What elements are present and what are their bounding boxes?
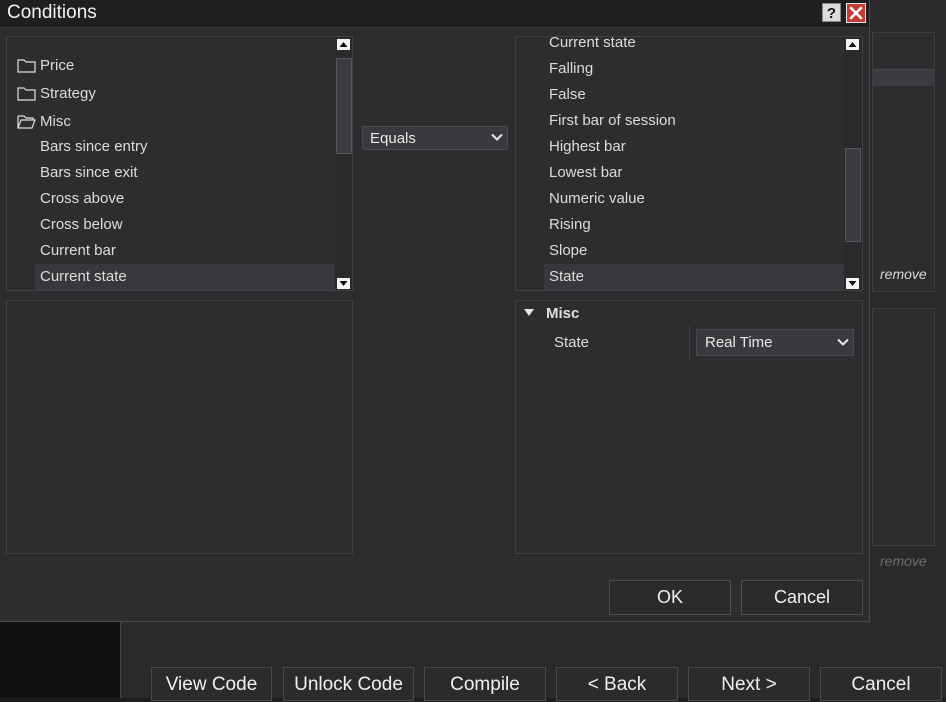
title-bar: Conditions ? (0, 0, 869, 28)
background-actions-list (872, 308, 935, 546)
property-divider (689, 326, 690, 360)
operator-select[interactable]: Equals (362, 126, 508, 150)
left-tree-scrollbar[interactable] (335, 37, 352, 290)
tree-item[interactable]: Bars since entry (7, 134, 335, 160)
state-select[interactable]: Real Time (696, 329, 854, 356)
right-list-scrollbar[interactable] (844, 37, 862, 290)
property-section-title: Misc (546, 305, 580, 322)
ok-button[interactable]: OK (609, 580, 731, 615)
list-item[interactable]: Lowest bar (516, 160, 844, 186)
list-item[interactable]: Rising (516, 212, 844, 238)
back-button[interactable]: < Back (556, 667, 678, 701)
scroll-thumb[interactable] (336, 58, 352, 154)
background-bottom-left (0, 622, 120, 698)
open-folder-icon (17, 115, 36, 129)
tree-item-selected[interactable]: Current state (35, 264, 335, 290)
property-label: State (554, 334, 590, 351)
list-item[interactable]: Slope (516, 238, 844, 264)
dialog-title: Conditions (7, 2, 97, 23)
scroll-up-icon[interactable] (337, 39, 350, 50)
scroll-up-icon[interactable] (846, 39, 859, 50)
help-button[interactable]: ? (822, 3, 841, 22)
unlock-code-button[interactable]: Unlock Code (283, 667, 414, 701)
close-icon (849, 6, 863, 20)
list-item-partial[interactable]: Current state (516, 37, 844, 56)
list-item[interactable]: False (516, 82, 844, 108)
conditions-dialog: Conditions ? Price Strategy Misc Bars si… (0, 0, 870, 622)
background-conditions-list (872, 32, 935, 292)
close-button[interactable] (846, 3, 866, 23)
list-item[interactable]: Numeric value (516, 186, 844, 212)
left-condition-tree: Price Strategy Misc Bars since entry Bar… (6, 36, 353, 291)
view-code-button[interactable]: View Code (151, 667, 272, 701)
background-selected-row (873, 69, 934, 86)
chevron-down-icon (491, 133, 503, 141)
tree-folder-strategy[interactable]: Strategy (7, 81, 335, 107)
folder-icon (17, 87, 36, 101)
chevron-down-icon (837, 338, 849, 346)
remove-link-2: remove (880, 553, 927, 569)
tree-folder-misc[interactable]: Misc (7, 109, 335, 135)
tree-item[interactable]: Current bar (7, 238, 335, 264)
scroll-down-icon[interactable] (337, 278, 350, 289)
list-item-selected[interactable]: State (544, 264, 844, 290)
list-item[interactable]: Falling (516, 56, 844, 82)
list-item[interactable]: Highest bar (516, 134, 844, 160)
tree-item[interactable]: Cross above (7, 186, 335, 212)
right-condition-list: Current state Falling False First bar of… (515, 36, 863, 291)
left-properties-panel (6, 300, 353, 554)
compile-button[interactable]: Compile (424, 667, 546, 701)
remove-link-1[interactable]: remove (880, 266, 927, 282)
next-button[interactable]: Next > (688, 667, 810, 701)
tree-item[interactable]: Bars since exit (7, 160, 335, 186)
cancel-button[interactable]: Cancel (741, 580, 863, 615)
scroll-thumb[interactable] (845, 148, 861, 242)
tree-folder-price[interactable]: Price (7, 53, 335, 79)
collapse-triangle-icon[interactable] (523, 308, 535, 317)
wizard-cancel-button[interactable]: Cancel (820, 667, 942, 701)
tree-item[interactable]: Cross below (7, 212, 335, 238)
scroll-down-icon[interactable] (846, 278, 859, 289)
folder-icon (17, 59, 36, 73)
list-item[interactable]: First bar of session (516, 108, 844, 134)
